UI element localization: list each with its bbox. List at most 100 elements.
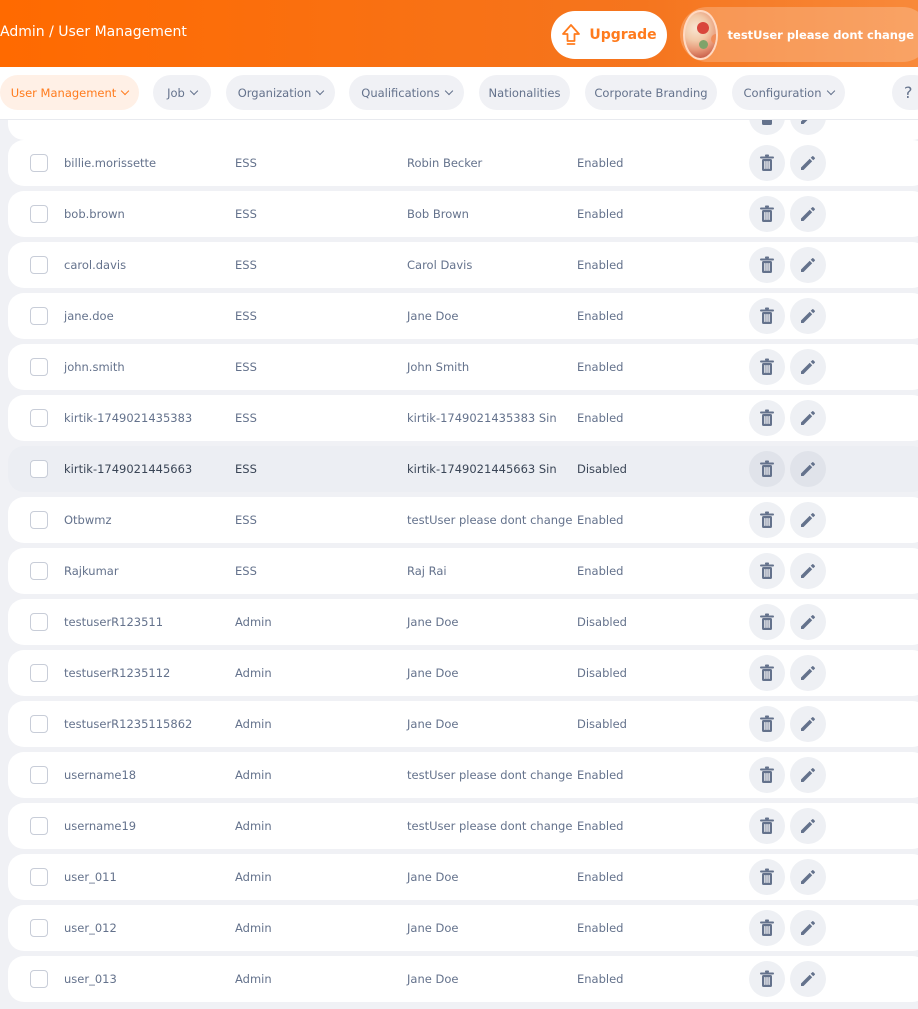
tab-label: Qualifications xyxy=(361,85,440,100)
role-cell: ESS xyxy=(235,411,257,425)
table-row[interactable]: bob.brown ESS Bob Brown Enabled xyxy=(8,191,918,237)
help-button[interactable]: ? xyxy=(892,75,918,110)
delete-button[interactable] xyxy=(749,349,785,385)
edit-button[interactable] xyxy=(790,502,826,538)
table-row[interactable]: Rajkumar ESS Raj Rai Enabled xyxy=(8,548,918,594)
delete-button[interactable] xyxy=(749,859,785,895)
table-row[interactable]: billie.morissette ESS Robin Becker Enabled xyxy=(8,140,918,186)
row-checkbox[interactable] xyxy=(30,664,48,682)
row-checkbox[interactable] xyxy=(30,715,48,733)
role-cell: Admin xyxy=(235,972,272,986)
help-icon: ? xyxy=(904,83,913,102)
table-row[interactable]: kirtik-1749021435383 ESS kirtik-1749021435… xyxy=(8,395,918,441)
chevron-down-icon xyxy=(121,86,130,95)
table-row[interactable]: kirtik-1749021445663 ESS kirtik-1749021445… xyxy=(8,446,918,492)
table-row[interactable]: testuserR1235115862 Admin Jane Doe Disabled xyxy=(8,701,918,747)
row-checkbox[interactable] xyxy=(30,205,48,223)
delete-button[interactable] xyxy=(749,451,785,487)
row-checkbox[interactable] xyxy=(30,970,48,988)
row-checkbox[interactable] xyxy=(30,460,48,478)
edit-button[interactable] xyxy=(790,400,826,436)
pencil-icon xyxy=(799,613,817,631)
delete-button[interactable] xyxy=(749,120,785,135)
delete-button[interactable] xyxy=(749,553,785,589)
edit-button[interactable] xyxy=(790,247,826,283)
delete-button[interactable] xyxy=(749,910,785,946)
edit-button[interactable] xyxy=(790,859,826,895)
table-row[interactable]: jane.doe ESS Jane Doe Enabled xyxy=(8,293,918,339)
pencil-icon xyxy=(799,154,817,172)
row-checkbox[interactable] xyxy=(30,766,48,784)
row-checkbox[interactable] xyxy=(30,919,48,937)
tab-user-management[interactable]: User Management xyxy=(0,75,139,110)
pencil-icon xyxy=(799,715,817,733)
table-row[interactable]: john.smith ESS John Smith Enabled xyxy=(8,344,918,390)
row-checkbox[interactable] xyxy=(30,562,48,580)
tab-label: Configuration xyxy=(743,85,822,100)
table-row[interactable]: testuserR1235112 Admin Jane Doe Disabled xyxy=(8,650,918,696)
delete-button[interactable] xyxy=(749,604,785,640)
tab-nationalities[interactable]: Nationalities xyxy=(479,75,570,110)
edit-button[interactable] xyxy=(790,451,826,487)
edit-button[interactable] xyxy=(790,706,826,742)
upgrade-button[interactable]: Upgrade xyxy=(551,11,667,59)
edit-button[interactable] xyxy=(790,553,826,589)
delete-button[interactable] xyxy=(749,961,785,997)
edit-button[interactable] xyxy=(790,145,826,181)
tab-label: User Management xyxy=(10,85,117,100)
row-checkbox[interactable] xyxy=(30,256,48,274)
row-checkbox[interactable] xyxy=(30,409,48,427)
trash-icon xyxy=(759,970,775,988)
table-row[interactable]: username18 Admin testUser please dont chan… xyxy=(8,752,918,798)
table-row[interactable]: user_012 Admin Jane Doe Enabled xyxy=(8,905,918,951)
status-cell: Enabled xyxy=(577,360,624,374)
tab-job[interactable]: Job xyxy=(153,75,211,110)
username-cell: testuserR1235112 xyxy=(64,666,171,680)
delete-button[interactable] xyxy=(749,145,785,181)
edit-button[interactable] xyxy=(790,655,826,691)
tab-configuration[interactable]: Configuration xyxy=(732,75,845,110)
username-cell: user_011 xyxy=(64,870,117,884)
table-row[interactable]: user_013 Admin Jane Doe Enabled xyxy=(8,956,918,1002)
delete-button[interactable] xyxy=(749,706,785,742)
table-row[interactable]: user_011 Admin Jane Doe Enabled xyxy=(8,854,918,900)
role-cell: Admin xyxy=(235,717,272,731)
status-cell: Enabled xyxy=(577,870,624,884)
edit-button[interactable] xyxy=(790,349,826,385)
username-cell: Otbwmz xyxy=(64,513,112,527)
delete-button[interactable] xyxy=(749,808,785,844)
row-checkbox[interactable] xyxy=(30,817,48,835)
trash-icon xyxy=(759,205,775,223)
tab-organization[interactable]: Organization xyxy=(226,75,335,110)
row-checkbox[interactable] xyxy=(30,511,48,529)
delete-button[interactable] xyxy=(749,400,785,436)
table-row[interactable]: Otbwmz ESS testUser please dont change Enab… xyxy=(8,497,918,543)
table-row[interactable]: carol.davis ESS Carol Davis Enabled xyxy=(8,242,918,288)
edit-button[interactable] xyxy=(790,910,826,946)
edit-button[interactable] xyxy=(790,757,826,793)
edit-button[interactable] xyxy=(790,298,826,334)
delete-button[interactable] xyxy=(749,298,785,334)
delete-button[interactable] xyxy=(749,196,785,232)
delete-button[interactable] xyxy=(749,655,785,691)
table-row[interactable]: username19 Admin testUser please dont chan… xyxy=(8,803,918,849)
employee-name-cell: John Smith xyxy=(407,360,470,374)
delete-button[interactable] xyxy=(749,757,785,793)
row-checkbox[interactable] xyxy=(30,868,48,886)
table-row[interactable]: testuserR123511 Admin Jane Doe Disabled xyxy=(8,599,918,645)
delete-button[interactable] xyxy=(749,502,785,538)
status-cell: Enabled xyxy=(577,156,624,170)
edit-button[interactable] xyxy=(790,120,826,135)
edit-button[interactable] xyxy=(790,196,826,232)
row-checkbox[interactable] xyxy=(30,358,48,376)
row-checkbox[interactable] xyxy=(30,307,48,325)
edit-button[interactable] xyxy=(790,604,826,640)
row-checkbox[interactable] xyxy=(30,613,48,631)
edit-button[interactable] xyxy=(790,808,826,844)
tab-qualifications[interactable]: Qualifications xyxy=(349,75,464,110)
edit-button[interactable] xyxy=(790,961,826,997)
tab-corporate-branding[interactable]: Corporate Branding xyxy=(585,75,717,110)
row-checkbox[interactable] xyxy=(30,154,48,172)
user-menu[interactable]: testUser please dont change xyxy=(680,7,918,62)
delete-button[interactable] xyxy=(749,247,785,283)
